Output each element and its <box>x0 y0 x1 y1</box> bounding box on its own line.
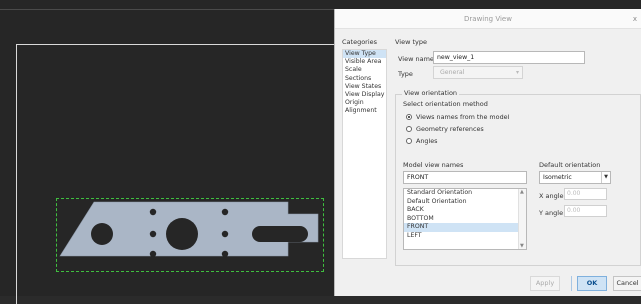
list-scrollbar[interactable]: ▲ ▼ <box>518 189 526 249</box>
radio-unchecked-icon[interactable] <box>406 125 412 132</box>
y-angle-input[interactable]: 0.00 <box>564 205 607 217</box>
model-view-name-input[interactable]: FRONT <box>403 171 527 184</box>
drawing-view-dialog: Drawing View x Categories View Type Visi… <box>334 9 641 296</box>
default-orientation-select[interactable]: Isometric ▼ <box>539 171 611 184</box>
chevron-down-icon: ▾ <box>515 69 519 76</box>
apply-button[interactable]: Apply <box>530 276 560 291</box>
radio-unchecked-icon[interactable] <box>406 137 412 144</box>
radio-views-names[interactable]: Views names from the model <box>406 112 509 121</box>
categories-list[interactable]: View Type Visible Area Scale Sections Vi… <box>342 49 387 259</box>
radio-geometry-references[interactable]: Geometry references <box>406 124 484 133</box>
view-name-input[interactable]: new_view_1 <box>433 51 585 64</box>
close-icon[interactable]: x <box>633 9 637 29</box>
type-select[interactable]: General ▾ <box>433 66 523 79</box>
view-selection-box <box>56 198 324 272</box>
chevron-down-icon: ▼ <box>601 172 610 183</box>
cancel-button[interactable]: Cancel <box>613 276 641 291</box>
type-select-value: General <box>440 69 465 76</box>
categories-heading: Categories <box>342 38 378 46</box>
category-view-type[interactable]: View Type <box>343 50 386 59</box>
radio-label: Angles <box>416 136 438 145</box>
list-item[interactable]: LEFT <box>404 232 519 241</box>
ok-button[interactable]: OK <box>577 276 607 291</box>
radio-checked-icon[interactable] <box>406 113 412 120</box>
radio-angles[interactable]: Angles <box>406 136 438 145</box>
dialog-titlebar: Drawing View x <box>335 9 641 29</box>
dialog-title: Drawing View <box>464 15 512 23</box>
view-orientation-heading: View orientation <box>402 89 460 97</box>
view-type-heading: View type <box>395 38 428 46</box>
list-item[interactable]: BOTTOM <box>404 215 519 224</box>
list-item[interactable]: Standard Orientation <box>404 189 519 198</box>
model-view-names-list[interactable]: Standard Orientation Default Orientation… <box>403 188 527 250</box>
category-visible-area[interactable]: Visible Area <box>343 58 386 66</box>
category-sections[interactable]: Sections <box>343 75 386 83</box>
list-item[interactable]: Default Orientation <box>404 198 519 207</box>
x-angle-label: X angle <box>539 192 564 200</box>
view-name-label: View name <box>398 55 434 63</box>
radio-label: Views names from the model <box>416 112 510 121</box>
type-label: Type <box>398 70 413 78</box>
default-orientation-value: Isometric <box>543 174 572 181</box>
category-view-states[interactable]: View States <box>343 83 386 91</box>
category-scale[interactable]: Scale <box>343 66 386 74</box>
select-method-label: Select orientation method <box>403 100 488 108</box>
x-angle-input[interactable]: 0.00 <box>564 188 607 200</box>
model-view-names-label: Model view names <box>403 161 464 169</box>
category-alignment[interactable]: Alignment <box>343 107 386 115</box>
scroll-down-icon[interactable]: ▼ <box>520 243 524 249</box>
radio-label: Geometry references <box>416 124 484 133</box>
button-separator <box>571 276 572 291</box>
list-item[interactable]: BACK <box>404 206 519 215</box>
category-view-display[interactable]: View Display <box>343 91 386 99</box>
y-angle-label: Y angle <box>539 209 564 217</box>
list-item-selected[interactable]: FRONT <box>404 223 519 232</box>
default-orientation-label: Default orientation <box>539 161 601 169</box>
category-origin[interactable]: Origin <box>343 99 386 107</box>
scroll-up-icon[interactable]: ▲ <box>520 189 524 195</box>
